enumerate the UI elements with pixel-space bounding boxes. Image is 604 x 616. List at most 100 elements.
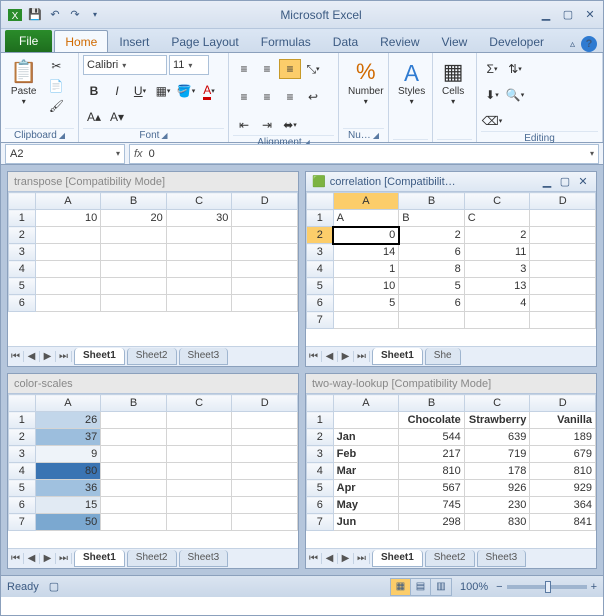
- col-header[interactable]: B: [101, 193, 167, 210]
- fill-color-button[interactable]: 🪣▾: [175, 81, 197, 101]
- tab-page-layout[interactable]: Page Layout: [160, 30, 249, 52]
- number-format-button[interactable]: % Number ▾: [343, 55, 389, 109]
- row-header[interactable]: 1: [307, 412, 334, 429]
- cell[interactable]: [166, 446, 232, 463]
- row-header[interactable]: 1: [307, 210, 334, 227]
- col-header[interactable]: A: [333, 193, 399, 210]
- cell[interactable]: 3: [464, 261, 530, 278]
- cell[interactable]: [101, 244, 167, 261]
- tab-file[interactable]: File: [5, 30, 52, 52]
- zoom-slider[interactable]: − +: [496, 581, 597, 593]
- cell[interactable]: [232, 261, 298, 278]
- cell[interactable]: [530, 295, 596, 312]
- cell[interactable]: [166, 295, 232, 312]
- cell[interactable]: 544: [399, 429, 465, 446]
- cell[interactable]: [101, 278, 167, 295]
- excel-icon[interactable]: X: [7, 7, 23, 23]
- tab-formulas[interactable]: Formulas: [250, 30, 322, 52]
- wrap-text-icon[interactable]: ↩: [302, 87, 324, 107]
- prev-sheet-icon[interactable]: ◀: [24, 553, 40, 564]
- cell[interactable]: [530, 312, 596, 329]
- next-sheet-icon[interactable]: ▶: [338, 553, 354, 564]
- fx-icon[interactable]: fx: [134, 148, 143, 160]
- tab-developer[interactable]: Developer: [478, 30, 555, 52]
- first-sheet-icon[interactable]: ⏮: [306, 553, 322, 564]
- normal-view-icon[interactable]: ▦: [391, 579, 411, 595]
- dialog-launcher-icon[interactable]: ◢: [373, 131, 379, 140]
- underline-button[interactable]: U▾: [129, 81, 151, 101]
- save-icon[interactable]: 💾: [27, 7, 43, 23]
- cell[interactable]: [166, 278, 232, 295]
- row-header[interactable]: 1: [9, 210, 36, 227]
- clear-icon[interactable]: ⌫▾: [481, 111, 503, 131]
- cell[interactable]: 567: [399, 480, 465, 497]
- cell[interactable]: 929: [530, 480, 596, 497]
- restore-icon[interactable]: ▢: [561, 8, 575, 22]
- tab-view[interactable]: View: [431, 30, 479, 52]
- cell[interactable]: [399, 312, 465, 329]
- cell[interactable]: 80: [35, 463, 101, 480]
- cell[interactable]: 189: [530, 429, 596, 446]
- cell[interactable]: 26: [35, 412, 101, 429]
- row-header[interactable]: 2: [307, 227, 334, 244]
- sheet-tab[interactable]: Sheet2: [127, 550, 177, 567]
- cell[interactable]: [35, 244, 101, 261]
- cell[interactable]: [464, 312, 530, 329]
- cell[interactable]: 36: [35, 480, 101, 497]
- last-sheet-icon[interactable]: ⏭: [354, 553, 370, 564]
- cell[interactable]: 10: [333, 278, 399, 295]
- cell[interactable]: 639: [464, 429, 530, 446]
- row-header[interactable]: 4: [307, 463, 334, 480]
- increase-indent-icon[interactable]: ⇥: [256, 115, 278, 135]
- cell[interactable]: 745: [399, 497, 465, 514]
- cell[interactable]: Feb: [333, 446, 399, 463]
- workbook-transpose[interactable]: transpose [Compatibility Mode]ABCD110203…: [7, 171, 299, 367]
- cell[interactable]: 30: [166, 210, 232, 227]
- font-color-button[interactable]: A▾: [198, 81, 220, 101]
- cell[interactable]: [530, 278, 596, 295]
- cell[interactable]: B: [399, 210, 465, 227]
- cell[interactable]: Jun: [333, 514, 399, 531]
- col-header[interactable]: B: [399, 395, 465, 412]
- cell[interactable]: [530, 210, 596, 227]
- orientation-icon[interactable]: ⤡▾: [302, 59, 324, 79]
- cell[interactable]: Chocolate: [399, 412, 465, 429]
- cell[interactable]: [166, 429, 232, 446]
- cell[interactable]: [35, 261, 101, 278]
- row-header[interactable]: 7: [307, 312, 334, 329]
- help-icon[interactable]: ?: [581, 36, 597, 52]
- col-header[interactable]: C: [464, 193, 530, 210]
- cell[interactable]: [101, 227, 167, 244]
- cell[interactable]: 10: [35, 210, 101, 227]
- next-sheet-icon[interactable]: ▶: [338, 351, 354, 362]
- last-sheet-icon[interactable]: ⏭: [56, 351, 72, 362]
- cell[interactable]: Jan: [333, 429, 399, 446]
- cell[interactable]: [232, 278, 298, 295]
- tab-insert[interactable]: Insert: [108, 30, 160, 52]
- fill-icon[interactable]: ⬇▾: [481, 85, 503, 105]
- cell[interactable]: 5: [333, 295, 399, 312]
- cell[interactable]: 178: [464, 463, 530, 480]
- workbook-twoway[interactable]: two-way-lookup [Compatibility Mode]ABCD1…: [305, 373, 597, 569]
- expand-formula-icon[interactable]: ▾: [590, 149, 594, 158]
- chevron-down-icon[interactable]: ▾: [116, 149, 120, 158]
- grow-font-icon[interactable]: A▴: [83, 107, 105, 127]
- next-sheet-icon[interactable]: ▶: [40, 553, 56, 564]
- sheet-tab[interactable]: Sheet1: [74, 550, 125, 567]
- align-top-icon[interactable]: ≡: [233, 59, 255, 79]
- row-header[interactable]: 6: [307, 295, 334, 312]
- cell[interactable]: 830: [464, 514, 530, 531]
- row-header[interactable]: 5: [9, 278, 36, 295]
- sheet-tab[interactable]: Sheet3: [477, 550, 527, 567]
- row-header[interactable]: 4: [9, 463, 36, 480]
- zoom-out-icon[interactable]: −: [496, 581, 502, 593]
- zoom-in-icon[interactable]: +: [591, 581, 597, 593]
- row-header[interactable]: 7: [9, 514, 36, 531]
- last-sheet-icon[interactable]: ⏭: [56, 553, 72, 564]
- cell[interactable]: 37: [35, 429, 101, 446]
- cell[interactable]: 841: [530, 514, 596, 531]
- row-header[interactable]: 5: [9, 480, 36, 497]
- font-size-combo[interactable]: 11▾: [169, 55, 209, 75]
- page-layout-view-icon[interactable]: ▤: [411, 579, 431, 595]
- col-header[interactable]: C: [166, 395, 232, 412]
